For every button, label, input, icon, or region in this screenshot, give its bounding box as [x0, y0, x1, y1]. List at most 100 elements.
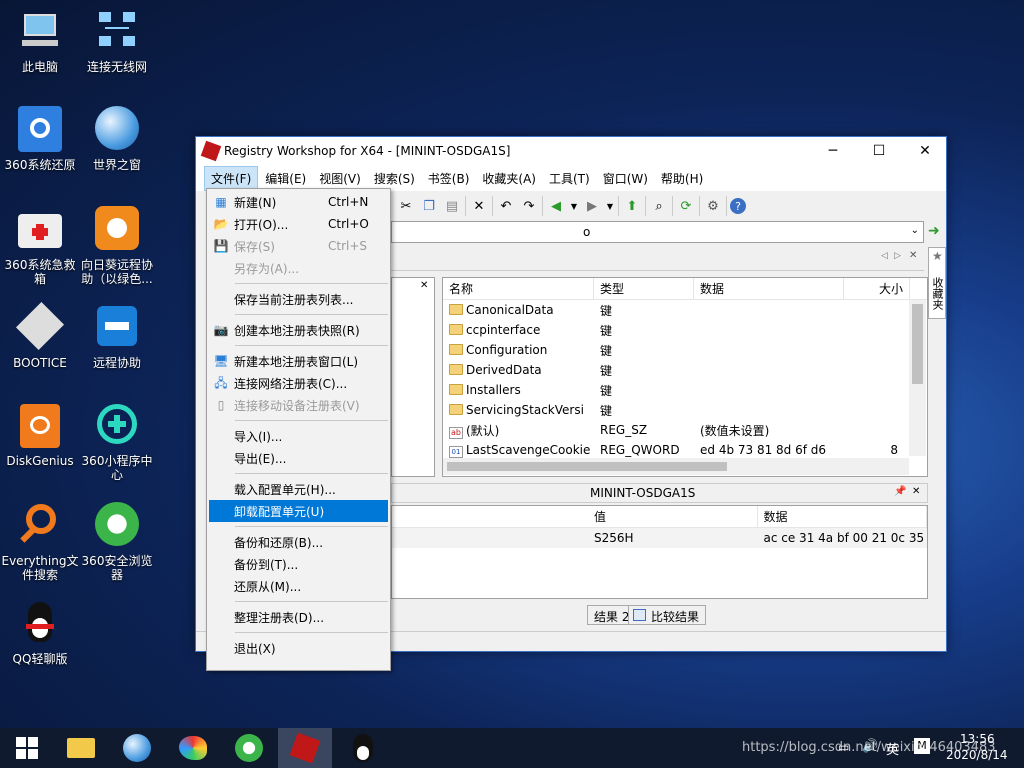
menu-view[interactable]: 视图(V) — [313, 167, 367, 190]
taskbar-paint[interactable] — [166, 728, 220, 768]
desktop-icon-wifi[interactable]: 连接无线网 — [77, 8, 157, 74]
file-menu-item[interactable]: 导入(I)... — [207, 425, 390, 447]
chevron-down-icon[interactable]: ⌄ — [911, 225, 919, 236]
paste-icon[interactable]: ▤ — [442, 196, 462, 216]
chevron-down-icon[interactable]: ▼ — [569, 196, 579, 216]
desktop-icon-remote-assist[interactable]: 远程协助 — [77, 304, 157, 370]
chevron-right-icon[interactable]: ▷ — [894, 251, 901, 261]
taskbar-360browser[interactable] — [222, 728, 276, 768]
desktop-icon-360-miniapp[interactable]: 360小程序中心 — [77, 402, 157, 482]
minimize-button[interactable]: ─ — [810, 137, 856, 165]
taskbar-explorer[interactable] — [54, 728, 108, 768]
scrollbar-thumb[interactable] — [912, 304, 923, 384]
back-icon[interactable]: ◀ — [546, 196, 566, 216]
go-up-icon[interactable]: ⬆ — [622, 196, 642, 216]
close-icon[interactable]: ✕ — [912, 486, 920, 497]
result-row[interactable]: S256H ac ce 31 4a bf 00 21 0c 35 7d 7... — [392, 528, 927, 548]
taskbar-theworld[interactable] — [110, 728, 164, 768]
file-menu-item[interactable]: ▯ 连接移动设备注册表(V) — [207, 394, 390, 416]
chevron-left-icon[interactable]: ◁ — [881, 251, 888, 261]
file-menu-item[interactable]: 📷 创建本地注册表快照(R) — [207, 319, 390, 341]
chevron-down-icon[interactable]: ▼ — [605, 196, 615, 216]
address-bar[interactable]: o ⌄ — [391, 221, 924, 243]
menu-edit[interactable]: 编辑(E) — [259, 167, 312, 190]
tab-compare-results[interactable]: 比较结果 — [628, 605, 707, 625]
col-type[interactable]: 类型 — [594, 278, 694, 299]
menu-tools[interactable]: 工具(T) — [543, 167, 596, 190]
file-menu-item[interactable]: 另存为(A)... — [207, 257, 390, 279]
menu-favorites[interactable]: 收藏夹(A) — [476, 167, 542, 190]
col-size[interactable]: 大小 — [844, 278, 910, 299]
menu-help[interactable]: 帮助(H) — [655, 167, 709, 190]
go-arrow-icon[interactable]: ➜ — [928, 223, 940, 239]
vertical-scrollbar[interactable] — [909, 300, 926, 456]
list-item[interactable]: 01 LastScavengeCookie REG_QWORD ed 4b 73 81… — [443, 440, 927, 460]
list-item[interactable]: Configuration 键 — [443, 340, 927, 360]
scrollbar-thumb[interactable] — [447, 462, 727, 471]
file-menu-item[interactable]: 退出(X) — [207, 637, 390, 659]
menu-bookmarks[interactable]: 书签(B) — [422, 167, 476, 190]
file-menu-item[interactable]: 📂 打开(O)... Ctrl+O — [207, 213, 390, 235]
desktop-icon-this-pc[interactable]: 此电脑 — [0, 8, 80, 74]
desktop-icon-bootice[interactable]: BOOTICE — [0, 301, 80, 370]
file-menu-item[interactable]: 整理注册表(D)... — [207, 606, 390, 628]
col-data[interactable]: 数据 — [694, 278, 844, 299]
horizontal-scrollbar[interactable] — [443, 458, 909, 475]
desktop-icon-diskgenius[interactable]: DiskGenius — [0, 402, 80, 468]
maximize-button[interactable]: ☐ — [856, 137, 902, 165]
file-menu-item[interactable]: 🖧 连接网络注册表(C)... — [207, 372, 390, 394]
list-item[interactable]: ServicingStackVersi 键 — [443, 400, 927, 420]
list-item[interactable]: CanonicalData 键 — [443, 300, 927, 320]
file-menu-item[interactable]: ▦ 新建(N) Ctrl+N — [207, 191, 390, 213]
file-menu-item[interactable]: 备份到(T)... — [207, 553, 390, 575]
bottom-results[interactable]: 值 数据 S256H ac ce 31 4a bf 00 21 0c 35 7d… — [391, 505, 928, 599]
file-menu-item[interactable]: 💾 保存(S) Ctrl+S — [207, 235, 390, 257]
desktop-icon-label: 连接无线网 — [86, 60, 147, 74]
file-menu-item[interactable]: 还原从(M)... — [207, 575, 390, 597]
close-button[interactable]: ✕ — [902, 137, 948, 165]
col-value[interactable]: 值 — [588, 506, 758, 527]
undo-icon[interactable]: ↶ — [496, 196, 516, 216]
list-item[interactable]: ccpinterface 键 — [443, 320, 927, 340]
desktop-icon-label: 360安全浏览器 — [81, 554, 153, 582]
desktop-icon-everything[interactable]: Everything文件搜索 — [0, 502, 80, 582]
list-item[interactable]: ab (默认) REG_SZ (数值未设置) — [443, 420, 927, 440]
file-menu-item[interactable]: 保存当前注册表列表... — [207, 288, 390, 310]
title-bar[interactable]: Registry Workshop for X64 - [MININT-OSDG… — [196, 137, 946, 165]
refresh-icon[interactable]: ⟳ — [676, 196, 696, 216]
menu-file[interactable]: 文件(F) — [204, 165, 259, 191]
forward-icon[interactable]: ▶ — [582, 196, 602, 216]
desktop-icon-qq[interactable]: QQ轻聊版 — [0, 600, 80, 666]
help-icon[interactable]: ? — [730, 198, 746, 214]
file-menu-item[interactable]: 载入配置单元(H)... — [207, 478, 390, 500]
file-menu-item[interactable]: 卸载配置单元(U) — [209, 500, 388, 522]
cut-icon[interactable]: ✂ — [396, 196, 416, 216]
list-item[interactable]: Installers 键 — [443, 380, 927, 400]
pin-icon[interactable]: 📌 — [894, 486, 906, 497]
copy-icon[interactable]: ❐ — [419, 196, 439, 216]
values-list[interactable]: 名称 类型 数据 大小 CanonicalData 键 ccpinterface 键 C… — [442, 277, 928, 477]
close-icon[interactable]: ✕ — [420, 280, 428, 291]
desktop-icon-360-rescue[interactable]: 360系统急救箱 — [0, 206, 80, 286]
delete-icon[interactable]: ✕ — [469, 196, 489, 216]
file-menu-item[interactable]: 备份和还原(B)... — [207, 531, 390, 553]
desktop-icon-theworld[interactable]: 世界之窗 — [77, 106, 157, 172]
menu-window[interactable]: 窗口(W) — [597, 167, 654, 190]
menu-search[interactable]: 搜索(S) — [368, 167, 421, 190]
gear-icon[interactable]: ⚙ — [703, 196, 723, 216]
close-icon[interactable]: ✕ — [909, 250, 917, 261]
taskbar-registry-workshop[interactable] — [278, 728, 332, 768]
desktop-icon-360-browser[interactable]: 360安全浏览器 — [77, 502, 157, 582]
taskbar-qq[interactable] — [336, 728, 390, 768]
list-item[interactable]: DerivedData 键 — [443, 360, 927, 380]
desktop-icon-360-restore[interactable]: 360系统还原 — [0, 106, 80, 172]
col-name[interactable]: 名称 — [443, 278, 594, 299]
find-icon[interactable]: ⌕ — [649, 196, 669, 216]
file-menu-item[interactable]: 🖥 新建本地注册表窗口(L) — [207, 350, 390, 372]
redo-icon[interactable]: ↷ — [519, 196, 539, 216]
desktop-icon-sunlogin[interactable]: 向日葵远程协助（以绿色... — [77, 206, 157, 286]
tree-pane[interactable]: ✕ — [391, 277, 435, 477]
start-button[interactable] — [0, 728, 54, 768]
file-menu-item[interactable]: 导出(E)... — [207, 447, 390, 469]
col-result-data[interactable]: 数据 — [758, 506, 927, 527]
